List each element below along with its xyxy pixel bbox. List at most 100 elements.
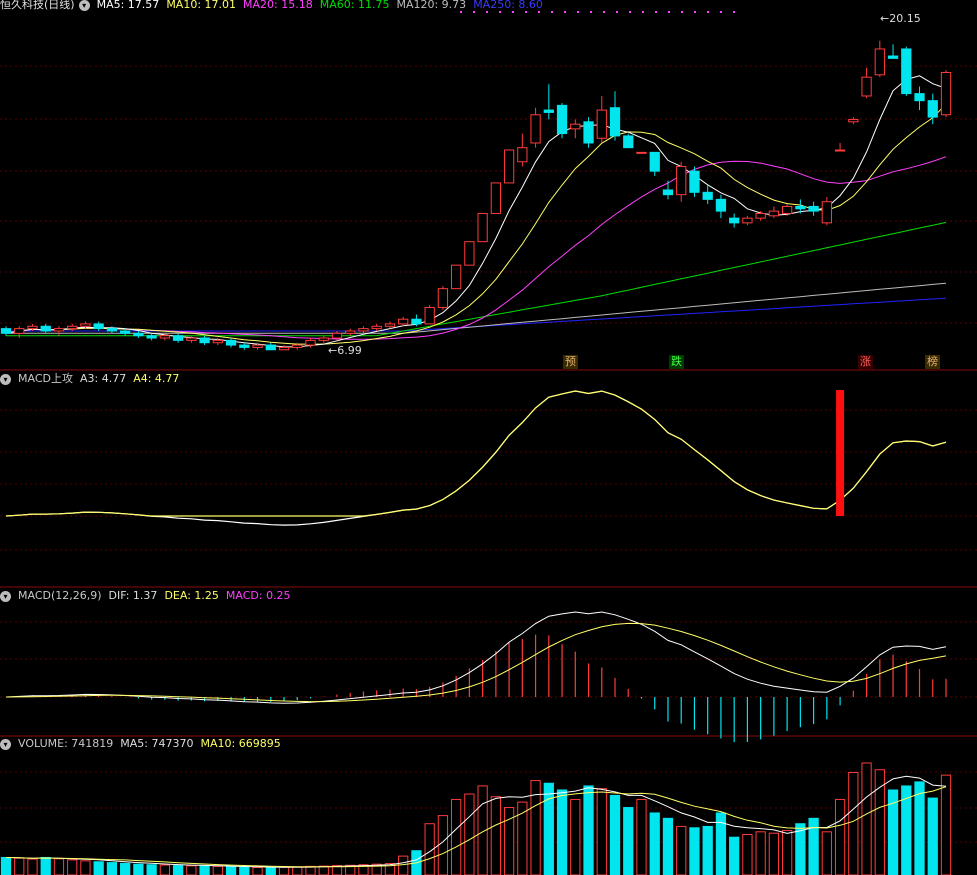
candle-body [636,151,647,154]
volume-bar [490,796,501,875]
ma-item: MA120: 9.73 [396,0,467,11]
candle-body [755,212,766,219]
volume-bar [199,865,210,875]
macdup-a3-line [5,390,947,526]
volume-bar [609,794,621,875]
signal-tag: 涨 [858,355,873,369]
ma60-line [6,221,947,337]
candle-body [861,76,872,97]
volume-bar [93,861,104,875]
candle-body [742,217,753,224]
candle-body [172,335,184,341]
macd-item: DIF: 1.37 [108,589,158,602]
candle-body [927,100,938,118]
volume-bar [940,774,952,875]
candle-body [424,306,435,325]
volume-bar [676,825,687,875]
chevron-down-icon[interactable]: ▾ [0,590,11,602]
candle-body [345,330,356,334]
macd-panel-header: ▾ MACD(12,26,9) DIF: 1.37 DEA: 1.25 MACD: 0.… [0,588,305,604]
volume-bar [596,788,607,875]
volume-bar [80,860,91,875]
volume-bar [689,827,700,875]
chevron-down-icon[interactable]: ▾ [78,0,90,11]
volume-bar [106,862,118,875]
dea-line [5,622,947,703]
volume-bar [768,832,780,875]
candle-body [464,241,475,266]
candle-body [702,191,713,200]
volume-bar [543,782,554,875]
candle-body [265,344,276,351]
volume-bar [821,831,832,875]
ma250-dot [616,11,618,13]
volume-bar [649,812,660,875]
volume-bar [239,866,250,875]
candle-body [596,109,607,139]
ma250-dot [681,11,683,13]
candle-body [768,210,780,217]
ma250-dot [642,11,644,13]
ma-item: MA20: 15.18 [243,0,313,11]
volume-bar [702,825,713,875]
candle-body [503,149,515,184]
low-annotation: ←6.99 [328,344,362,357]
signal-tag: 榜 [925,355,940,369]
volume-bar [172,865,184,875]
volume-bar [848,771,859,875]
chevron-down-icon[interactable]: ▾ [0,373,11,385]
candle-body [940,71,952,116]
ma250-dot [577,11,579,13]
chevron-down-icon[interactable]: ▾ [0,738,11,750]
volume-bar [927,797,938,875]
ma-item: MA250: 8.60 [473,0,543,11]
candle-body [887,55,899,59]
candle-body [781,205,793,214]
candle-body [40,325,51,332]
candle-body [451,264,462,290]
macdup-item: A3: 4.77 [79,372,127,385]
high-annotation: ←20.15 [880,12,921,25]
candle-body [649,151,660,172]
volume-bar [781,829,793,875]
signal-tag: 跌 [669,355,684,369]
dif-line [5,611,947,704]
volume-bar [808,817,819,875]
volume-bar [318,865,329,875]
candle-body [133,332,144,337]
candle-body [146,335,157,339]
ma250-dot [629,11,631,13]
volume-bar [636,798,647,875]
candle-body [358,328,369,332]
ma250-dot [590,11,592,13]
macd-item: DEA: 1.25 [164,589,219,602]
ma250-dot [603,11,605,13]
candle-body [411,318,422,325]
ma250-line [6,297,947,332]
ma250-dot [655,11,657,13]
candle-body [239,344,250,348]
candle-body [186,337,197,341]
volume-bar [53,858,65,875]
candle-body [371,325,382,330]
volume-bar [186,865,197,875]
volume-bar [0,856,12,875]
vol-item: MA10: 669895 [200,737,281,750]
candle-body [398,318,409,325]
candle-body [67,325,78,330]
volume-bar [729,836,740,875]
volume-bar [40,856,51,875]
volume-bar [146,864,157,875]
candle-body [384,323,396,327]
candle-body [834,149,846,152]
volume-bar [67,859,78,875]
candle-body [609,107,621,137]
candle-body [212,339,223,344]
candle-body [676,165,687,196]
volume-bar [914,781,925,875]
candle-body [848,118,859,123]
volume-bar [14,857,25,875]
candle-body [477,212,488,243]
candle-body [583,121,594,144]
chart-window[interactable]: { "title": "恒久科技(日线)", "colors": { "up":… [0,0,977,875]
